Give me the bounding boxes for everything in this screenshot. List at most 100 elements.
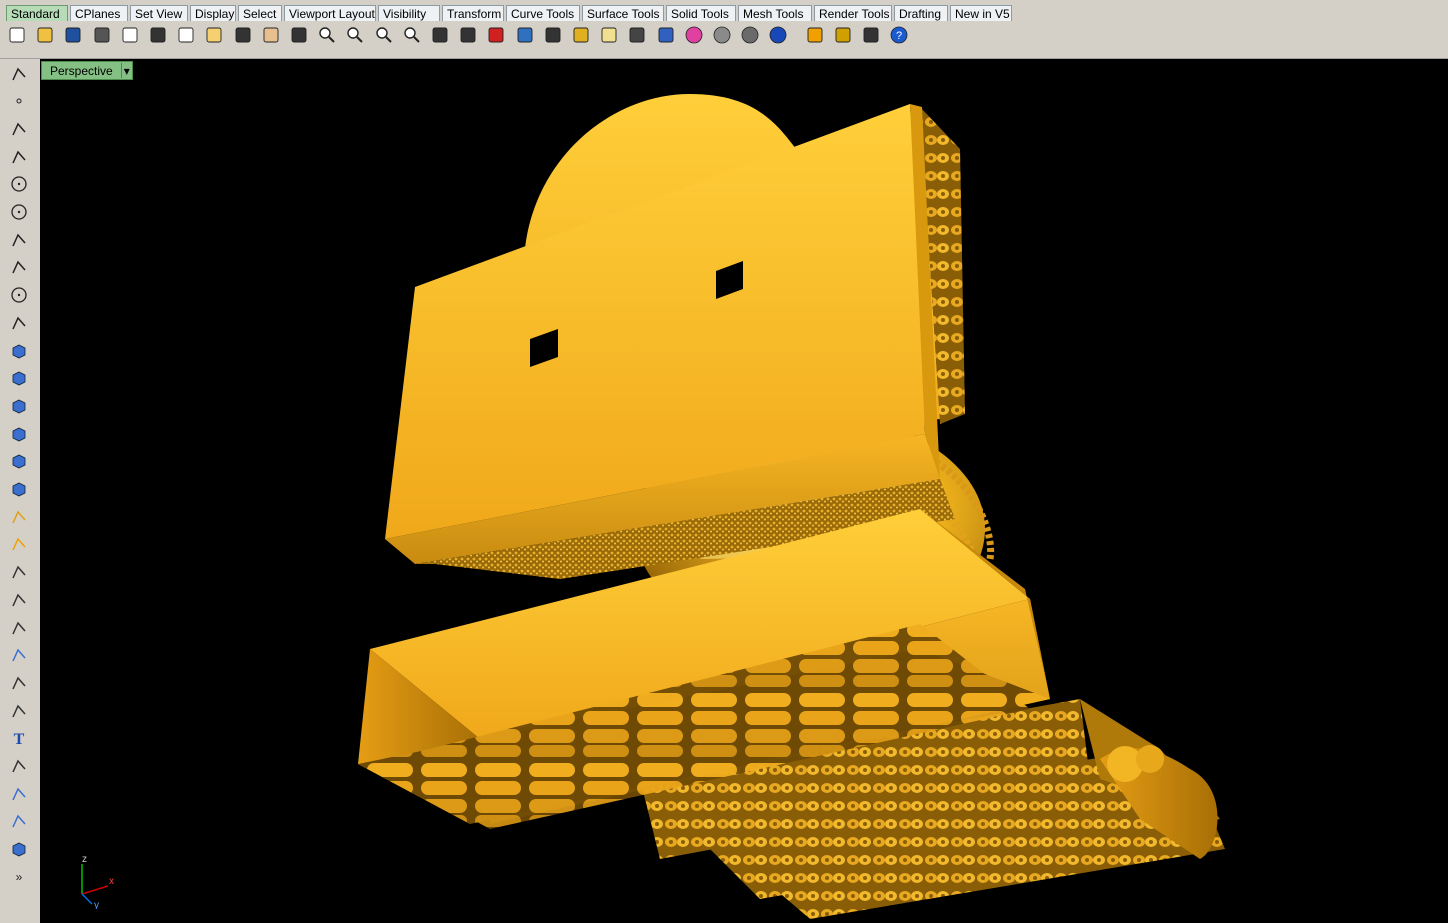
layer-button[interactable]	[655, 26, 677, 48]
zoom-window-button[interactable]	[344, 26, 366, 48]
analyze-tool-button[interactable]	[8, 536, 30, 558]
cylinder-tool-button[interactable]	[8, 453, 30, 475]
new-file-button[interactable]	[6, 26, 28, 48]
polygon-tool-button[interactable]	[8, 231, 30, 253]
undo-button[interactable]	[232, 26, 254, 48]
viewport-title-tab[interactable]: Perspective ▾	[41, 61, 133, 80]
tab-solid-tools[interactable]: Solid Tools	[666, 5, 736, 21]
zoom-extents-button[interactable]	[373, 26, 395, 48]
cut-button[interactable]	[147, 26, 169, 48]
polyline-tool-button[interactable]	[8, 120, 30, 142]
zoom-dynamic-button[interactable]	[316, 26, 338, 48]
tab-set-view[interactable]: Set View	[130, 5, 188, 21]
rendered-sphere-icon	[741, 26, 759, 49]
axis-x-label: x	[109, 876, 114, 887]
surface-tool-button[interactable]	[8, 342, 30, 364]
zoom-dynamic-icon	[318, 26, 336, 49]
blue-sphere-icon	[769, 26, 787, 49]
curve-icon	[10, 148, 28, 171]
tab-drafting[interactable]: Drafting	[894, 5, 948, 21]
shaded-sphere-icon	[713, 26, 731, 49]
transform-icon	[10, 812, 28, 835]
box-tool-button[interactable]	[8, 397, 30, 419]
undo-view-button[interactable]	[429, 26, 451, 48]
group-tool-button[interactable]	[8, 647, 30, 669]
dimension-tool-button[interactable]	[8, 758, 30, 780]
tab-visibility[interactable]: Visibility	[378, 5, 440, 21]
tab-mesh-tools[interactable]: Mesh Tools	[738, 5, 812, 21]
cylinder-icon	[10, 452, 28, 475]
spheres-tool-button[interactable]	[8, 425, 30, 447]
boolean-tool-button[interactable]	[8, 619, 30, 641]
extrude-tool-button[interactable]	[8, 370, 30, 392]
model-render[interactable]	[40, 59, 1448, 923]
light-bulb-button[interactable]	[598, 26, 620, 48]
osnap-button[interactable]	[570, 26, 592, 48]
copy-button[interactable]	[175, 26, 197, 48]
rendered-sphere-button[interactable]	[739, 26, 761, 48]
print-button[interactable]	[91, 26, 113, 48]
point-tool-button[interactable]	[8, 93, 30, 115]
circle-view-button[interactable]	[542, 26, 564, 48]
tab-display[interactable]: Display	[190, 5, 236, 21]
split-tool-button[interactable]	[8, 564, 30, 586]
tab-viewport-layout[interactable]: Viewport Layout	[284, 5, 376, 21]
blue-sphere-button[interactable]	[767, 26, 789, 48]
mesh-tool-button[interactable]	[8, 481, 30, 503]
tab-surface-tools[interactable]: Surface Tools	[582, 5, 664, 21]
circle-icon	[10, 175, 28, 198]
lock-button[interactable]	[626, 26, 648, 48]
save-icon	[64, 26, 82, 49]
viewport-menu-chevron-down-icon[interactable]: ▾	[120, 63, 132, 78]
offset-tool-button[interactable]	[8, 702, 30, 724]
pan-hand-button[interactable]	[260, 26, 282, 48]
options-button[interactable]	[860, 26, 882, 48]
tab-render-tools[interactable]: Render Tools	[814, 5, 892, 21]
hexagon-tool-button[interactable]	[8, 287, 30, 309]
more-tool-button[interactable]: »	[8, 868, 30, 890]
open-folder-button[interactable]	[34, 26, 56, 48]
tab-curve-tools[interactable]: Curve Tools	[506, 5, 580, 21]
solid-box-tool-button[interactable]	[8, 841, 30, 863]
fillet-tool-button[interactable]	[8, 674, 30, 696]
curve-tool-button[interactable]	[8, 148, 30, 170]
import-button[interactable]	[119, 26, 141, 48]
tab-standard[interactable]: Standard	[6, 5, 68, 21]
fillet-icon	[10, 674, 28, 697]
boolean-icon	[10, 619, 28, 642]
cplane-button[interactable]	[514, 26, 536, 48]
point-icon	[10, 92, 28, 115]
tab-transform[interactable]: Transform	[442, 5, 504, 21]
viewport-title: Perspective	[50, 63, 113, 78]
tab-new-in-v5[interactable]: New in V5	[950, 5, 1012, 21]
zoom-selected-button[interactable]	[401, 26, 423, 48]
circle-tool-button[interactable]	[8, 176, 30, 198]
rectangle-tool-button[interactable]	[8, 259, 30, 281]
select-arrow-tool-button[interactable]	[8, 65, 30, 87]
tab-cplanes[interactable]: CPlanes	[70, 5, 128, 21]
color-wheel-button[interactable]	[683, 26, 705, 48]
standard-toolbar: ?	[0, 22, 1448, 59]
trim-tool-button[interactable]	[8, 591, 30, 613]
help-button[interactable]: ?	[888, 26, 910, 48]
explode-tool-button[interactable]	[8, 508, 30, 530]
transform-tool-button[interactable]	[8, 813, 30, 835]
rotate-view-button[interactable]	[288, 26, 310, 48]
shaded-sphere-button[interactable]	[711, 26, 733, 48]
extrude-icon	[10, 369, 28, 392]
array-tool-button[interactable]	[8, 785, 30, 807]
arc-curve-icon	[10, 314, 28, 337]
arc-curve-tool-button[interactable]	[8, 314, 30, 336]
gumball-button[interactable]	[804, 26, 826, 48]
save-button[interactable]	[62, 26, 84, 48]
perspective-viewport[interactable]: Perspective ▾ z x y	[40, 59, 1448, 923]
tab-select[interactable]: Select	[238, 5, 282, 21]
axis-y-label: y	[94, 900, 99, 909]
four-viewports-button[interactable]	[457, 26, 479, 48]
ellipse-tool-button[interactable]	[8, 204, 30, 226]
paste-button[interactable]	[203, 26, 225, 48]
text-tool-button[interactable]: T	[8, 730, 30, 752]
gear-button[interactable]	[832, 26, 854, 48]
undo-icon	[234, 26, 252, 49]
car-button[interactable]	[485, 26, 507, 48]
